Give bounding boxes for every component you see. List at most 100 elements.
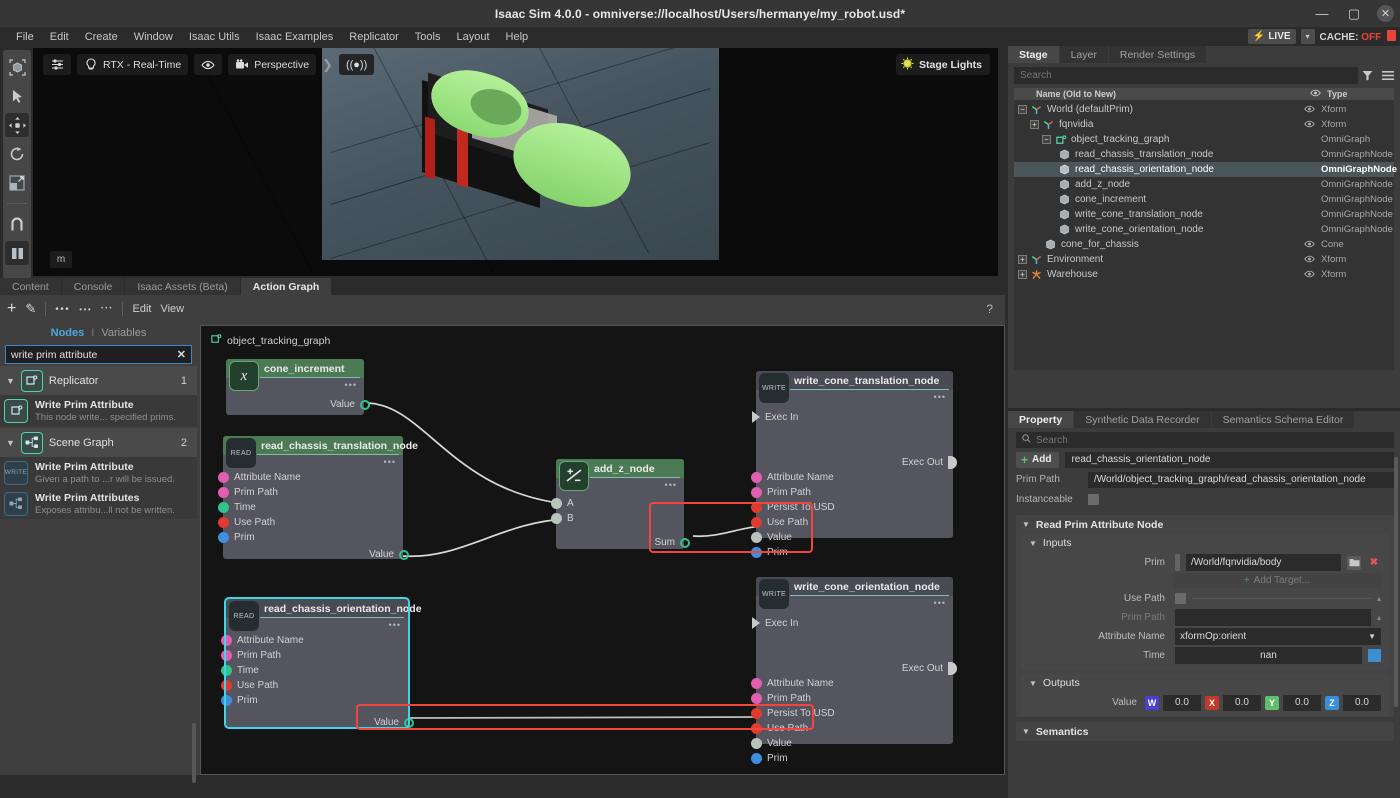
camera-button[interactable]: Perspective xyxy=(228,54,317,75)
node-item-write-prim-attribute-replicator[interactable]: Write Prim Attribute This node write... … xyxy=(0,395,197,426)
menu-item-file[interactable]: File xyxy=(8,29,42,45)
expander-icon[interactable]: + xyxy=(1030,120,1039,129)
port-pin[interactable] xyxy=(751,547,762,558)
output-w-value[interactable]: 0.0 xyxy=(1163,694,1201,711)
node-output-exec-out[interactable]: Exec Out xyxy=(902,662,957,675)
port-pin[interactable] xyxy=(751,708,762,719)
viewport-settings-button[interactable] xyxy=(43,54,71,75)
visibility-icon[interactable] xyxy=(1304,270,1315,280)
semantics-header[interactable]: ▼ Semantics xyxy=(1016,722,1394,741)
align-small-icon[interactable]: ••• xyxy=(101,300,113,318)
column-type[interactable]: Type xyxy=(1327,89,1347,99)
port-pin[interactable] xyxy=(218,532,229,543)
stage-row-cone-for-chassis[interactable]: cone_for_chassis Cone xyxy=(1014,237,1394,252)
property-search-input[interactable] xyxy=(1036,434,1388,446)
output-z-value[interactable]: 0.0 xyxy=(1343,694,1381,711)
snap-magnet-tool[interactable] xyxy=(5,212,29,236)
graph-node-read-chassis-translation[interactable]: read_chassis_translation_node READ ••• A… xyxy=(218,436,418,560)
node-browser-scrollbar[interactable] xyxy=(192,723,196,783)
node-output-sum[interactable]: Sum xyxy=(654,537,690,548)
port-pin[interactable] xyxy=(360,399,370,410)
port-pin[interactable] xyxy=(751,517,762,528)
port-pin[interactable] xyxy=(218,472,229,483)
stage-row-cone-increment[interactable]: cone_increment OmniGraphNode xyxy=(1014,192,1394,207)
graph-node-write-cone-orientation[interactable]: write_cone_orientation_node WRITE ••• Ex… xyxy=(751,577,957,764)
inputs-header[interactable]: ▼ Inputs xyxy=(1021,534,1389,552)
chevron-down-icon[interactable]: ▼ xyxy=(1022,520,1030,529)
viewport-unit-badge[interactable]: m xyxy=(50,251,72,268)
port-pin[interactable] xyxy=(751,487,762,498)
port-pin[interactable] xyxy=(751,532,762,543)
scale-tool[interactable] xyxy=(5,171,29,195)
tab-nodes[interactable]: Nodes xyxy=(51,327,85,339)
filter-icon[interactable] xyxy=(1362,70,1373,84)
node-input-prim[interactable]: Prim xyxy=(221,695,258,706)
stage-tree[interactable]: − World (defaultPrim) Xform + fqnvidia X… xyxy=(1014,100,1397,370)
chevron-down-icon[interactable]: ▼ xyxy=(6,438,15,448)
menu-item-replicator[interactable]: Replicator xyxy=(341,29,407,45)
menu-item-window[interactable]: Window xyxy=(126,29,181,45)
exec-out-pin[interactable] xyxy=(948,456,957,469)
time-value-field[interactable]: nan xyxy=(1175,647,1362,664)
node-output-value[interactable]: Value xyxy=(330,399,370,410)
node-output-exec-out[interactable]: Exec Out xyxy=(902,456,957,469)
sensor-button[interactable]: ((●)) xyxy=(338,54,375,75)
time-toggle-button[interactable] xyxy=(1368,649,1381,662)
port-pin[interactable] xyxy=(221,680,232,691)
graph-node-add-z[interactable]: add_z_node ••• A B Sum xyxy=(551,459,690,549)
port-pin[interactable] xyxy=(751,753,762,764)
node-input-value[interactable]: Value xyxy=(751,738,792,749)
node-input-use-path[interactable]: Use Path xyxy=(751,517,808,528)
menu-item-isaac-utils[interactable]: Isaac Utils xyxy=(181,29,248,45)
port-pin[interactable] xyxy=(221,635,232,646)
instanceable-checkbox[interactable] xyxy=(1088,494,1099,505)
tab-isaac-assets[interactable]: Isaac Assets (Beta) xyxy=(125,278,240,295)
prim-path-field[interactable]: /World/object_tracking_graph/read_chassi… xyxy=(1088,471,1394,488)
port-pin[interactable] xyxy=(404,717,414,728)
node-input-prim[interactable]: Prim xyxy=(218,532,255,543)
stage-row-environment[interactable]: + Environment Xform xyxy=(1014,252,1394,267)
align-medium-icon[interactable]: ••• xyxy=(79,300,92,318)
node-input-b[interactable]: B xyxy=(551,513,574,524)
tab-property[interactable]: Property xyxy=(1008,411,1074,428)
port-pin[interactable] xyxy=(751,472,762,483)
add-node-icon[interactable]: + xyxy=(7,300,16,318)
node-menu-icon[interactable]: ••• xyxy=(345,380,357,390)
stage-row-read-chassis-orientation-node[interactable]: read_chassis_orientation_node OmniGraphN… xyxy=(1014,162,1397,177)
stage-search-box[interactable] xyxy=(1014,67,1358,84)
stage-row-object-tracking-graph[interactable]: − object_tracking_graph OmniGraph xyxy=(1014,132,1394,147)
live-button[interactable]: ⚡ LIVE xyxy=(1247,29,1296,44)
use-path-checkbox[interactable] xyxy=(1175,593,1186,604)
node-input-prim[interactable]: Prim xyxy=(751,753,788,764)
property-scrollbar[interactable] xyxy=(1394,457,1398,707)
node-input-prim[interactable]: Prim xyxy=(751,547,788,558)
node-output-value[interactable]: Value xyxy=(369,549,409,560)
column-name[interactable]: Name (Old to New) xyxy=(1014,89,1116,99)
rotate-tool[interactable] xyxy=(5,142,29,166)
live-dropdown-button[interactable]: ▾ xyxy=(1300,29,1315,44)
tab-stage[interactable]: Stage xyxy=(1008,46,1059,63)
minimize-button[interactable]: — xyxy=(1313,5,1331,23)
node-input-attribute-name[interactable]: Attribute Name xyxy=(218,472,301,483)
node-input-exec-in[interactable]: Exec In xyxy=(752,617,798,629)
stage-row-world[interactable]: − World (defaultPrim) Xform xyxy=(1014,102,1394,117)
expander-icon[interactable]: + xyxy=(1018,270,1027,279)
port-pin[interactable] xyxy=(751,502,762,513)
tab-action-graph[interactable]: Action Graph xyxy=(240,278,332,295)
node-group-scene-graph[interactable]: ▼ Scene Graph 2 xyxy=(0,428,197,457)
tab-layer[interactable]: Layer xyxy=(1059,46,1108,63)
graph-canvas[interactable]: object_tracking_graph cone_increment x •… xyxy=(200,325,1005,775)
tab-render-settings[interactable]: Render Settings xyxy=(1108,46,1207,63)
visibility-icon[interactable] xyxy=(1304,120,1315,130)
stage-row-write-cone-translation-node[interactable]: write_cone_translation_node OmniGraphNod… xyxy=(1014,207,1394,222)
revert-arrow-icon[interactable]: ▴ xyxy=(1377,613,1381,622)
help-icon[interactable]: ? xyxy=(986,302,993,316)
stage-row-add-z-node[interactable]: add_z_node OmniGraphNode xyxy=(1014,177,1394,192)
chevron-down-icon[interactable]: ▼ xyxy=(1368,632,1376,641)
node-input-time[interactable]: Time xyxy=(218,502,256,513)
node-input-value[interactable]: Value xyxy=(751,532,792,543)
stage-row-warehouse[interactable]: + Warehouse Xform xyxy=(1014,267,1394,282)
add-target-button[interactable]: + Add Target... xyxy=(1173,573,1381,588)
edit-menu[interactable]: Edit xyxy=(132,303,151,315)
pause-tool[interactable] xyxy=(5,241,29,265)
